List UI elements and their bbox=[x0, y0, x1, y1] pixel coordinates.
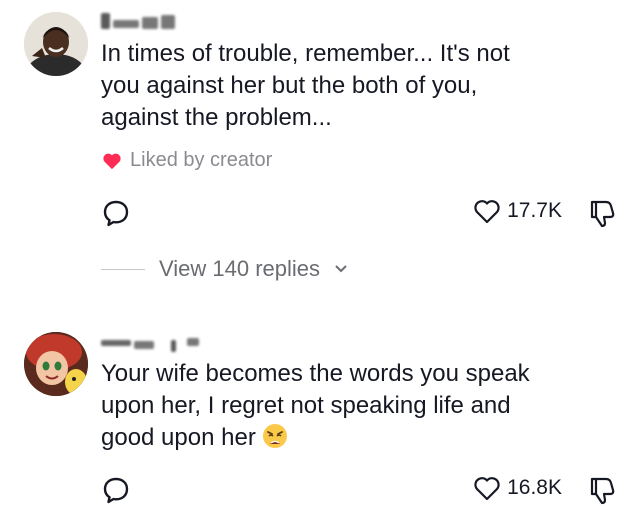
like-count: 16.8K bbox=[507, 476, 562, 499]
chevron-down-icon bbox=[335, 265, 347, 273]
person-photo-avatar-icon bbox=[24, 12, 88, 76]
liked-by-label: Liked by creator bbox=[130, 149, 273, 171]
comment-text: In times of trouble, remember... It's no… bbox=[101, 40, 510, 131]
username-redacted[interactable] bbox=[101, 332, 199, 352]
comment-actions: 16.8K bbox=[0, 475, 640, 505]
like-button[interactable]: 16.8K bbox=[473, 475, 562, 501]
reply-bubble-icon[interactable] bbox=[101, 198, 131, 228]
view-replies-label: View 140 replies bbox=[159, 256, 321, 281]
username-redacted[interactable] bbox=[101, 12, 175, 30]
like-button[interactable]: 17.7K bbox=[473, 198, 562, 224]
avatar[interactable] bbox=[24, 332, 88, 396]
heart-icon bbox=[103, 153, 121, 169]
reply-bubble-icon[interactable] bbox=[101, 475, 131, 505]
divider-line bbox=[101, 268, 145, 270]
avatar[interactable] bbox=[24, 12, 88, 76]
dislike-icon[interactable] bbox=[586, 198, 618, 228]
cartoon-cowgirl-avatar-icon bbox=[24, 332, 88, 396]
comment-text-body: Your wife becomes the words you speak up… bbox=[101, 360, 530, 451]
weary-face-emoji-icon bbox=[262, 424, 287, 448]
view-replies-link[interactable]: View 140 replies bbox=[101, 256, 348, 282]
heart-outline-icon bbox=[474, 477, 500, 501]
dislike-icon[interactable] bbox=[586, 475, 618, 505]
liked-by-creator: Liked by creator bbox=[102, 149, 272, 172]
comment-actions: 17.7K bbox=[0, 198, 640, 228]
like-count: 17.7K bbox=[507, 199, 562, 222]
comment-text: Your wife becomes the words you speak up… bbox=[101, 358, 621, 454]
heart-outline-icon bbox=[474, 200, 500, 224]
comment-1: In times of trouble, remember... It's no… bbox=[0, 0, 640, 300]
comment-2: Your wife becomes the words you speak up… bbox=[0, 320, 640, 520]
